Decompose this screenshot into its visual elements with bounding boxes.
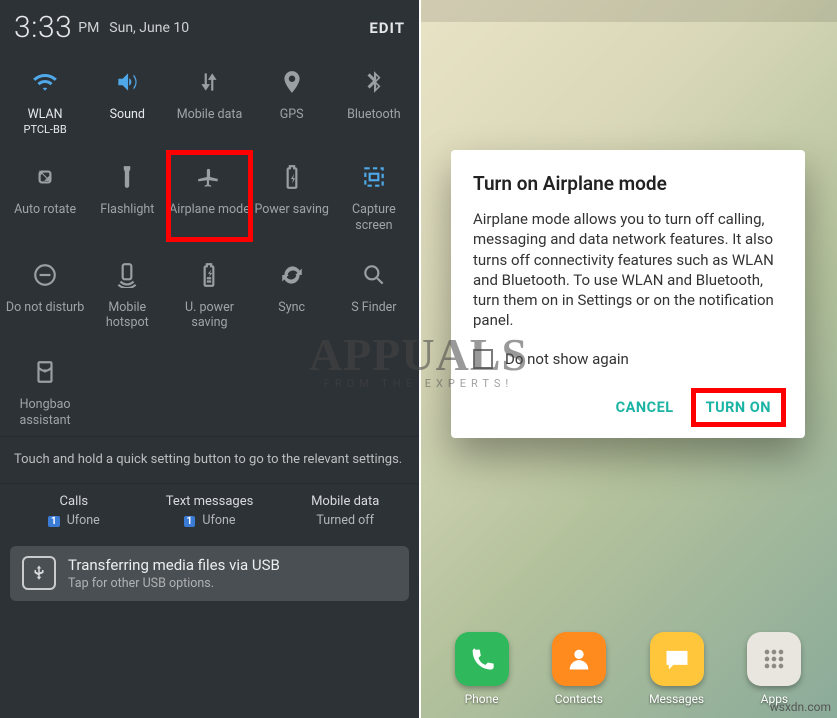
sync-icon xyxy=(273,256,311,294)
tile-label: Hongbao assistant xyxy=(4,397,86,428)
texts-carrier: Ufone xyxy=(202,513,235,528)
tile-label: Sync xyxy=(278,300,305,316)
dialog-body: Airplane mode allows you to turn off cal… xyxy=(473,209,783,331)
capture-tile[interactable]: Capture screen xyxy=(333,152,415,239)
summary-texts[interactable]: Text messages 1 Ufone xyxy=(142,494,278,528)
tile-label: Sound xyxy=(110,107,145,123)
bluetooth-icon xyxy=(355,63,393,101)
usb-icon xyxy=(22,556,56,590)
summary-calls-title: Calls xyxy=(6,494,142,509)
sync-tile[interactable]: Sync xyxy=(251,250,333,337)
wifi-icon xyxy=(26,63,64,101)
dnd-tile[interactable]: Do not disturb xyxy=(4,250,86,337)
summary-mdata-status: Turned off xyxy=(277,513,413,528)
usb-title: Transferring media files via USB xyxy=(68,556,280,574)
tile-label: Bluetooth xyxy=(347,107,401,123)
quick-tiles-grid: WLANPTCL-BB Sound Mobile data GPS Bluetooth A… xyxy=(0,51,419,436)
capture-icon xyxy=(355,158,393,196)
texts-badge: 1 xyxy=(184,516,196,527)
tile-label: S Finder xyxy=(351,300,396,316)
airplane-dialog: Turn on Airplane mode Airplane mode allo… xyxy=(451,150,805,438)
phone-icon xyxy=(455,632,509,686)
hongbao-tile[interactable]: Hongbao assistant xyxy=(4,347,86,434)
tile-label: Airplane mode xyxy=(169,202,250,218)
hotspot-tile[interactable]: Mobile hotspot xyxy=(86,250,168,337)
tile-sublabel: PTCL-BB xyxy=(24,123,67,137)
dnd-icon xyxy=(26,256,64,294)
app-label: Contacts xyxy=(555,692,603,706)
app-label: Phone xyxy=(465,692,499,706)
summary-calls[interactable]: Calls 1 Ufone xyxy=(6,494,142,528)
clock-date: Sun, June 10 xyxy=(109,20,189,36)
calls-badge: 1 xyxy=(48,516,60,527)
sfinder-tile[interactable]: S Finder xyxy=(333,250,415,337)
airplane-tile[interactable]: Airplane mode xyxy=(168,152,250,239)
tile-label: Mobile data xyxy=(177,107,243,123)
battery-icon xyxy=(273,158,311,196)
tile-label: Auto rotate xyxy=(14,202,76,218)
tile-label: Capture screen xyxy=(333,202,415,233)
contacts-icon xyxy=(552,632,606,686)
airplane-icon xyxy=(190,158,228,196)
gps-tile[interactable]: GPS xyxy=(251,57,333,142)
apps-app[interactable]: Apps xyxy=(747,632,801,706)
apps-icon xyxy=(747,632,801,686)
sim-summary-row: Calls 1 Ufone Text messages 1 Ufone Mobi… xyxy=(0,483,419,538)
clock-ampm: PM xyxy=(78,20,99,36)
sound-icon xyxy=(108,63,146,101)
upowersaving-tile[interactable]: U. power saving xyxy=(168,250,250,337)
summary-mdata-title: Mobile data xyxy=(277,494,413,509)
ubattery-icon xyxy=(190,256,228,294)
usb-sub: Tap for other USB options. xyxy=(68,576,280,591)
status-bar: 3:33 PM Sun, June 10 EDIT xyxy=(0,0,419,51)
settings-hint: Touch and hold a quick setting button to… xyxy=(0,436,419,483)
tile-label: WLAN xyxy=(28,107,63,123)
status-bar-right xyxy=(419,0,837,22)
wlan-tile[interactable]: WLANPTCL-BB xyxy=(4,57,86,142)
do-not-show-checkbox[interactable] xyxy=(473,349,493,369)
messages-app[interactable]: Messages xyxy=(649,632,704,706)
flashlight-tile[interactable]: Flashlight xyxy=(86,152,168,239)
edit-button[interactable]: EDIT xyxy=(369,19,405,37)
tile-label: Mobile hotspot xyxy=(86,300,168,331)
powersaving-tile[interactable]: Power saving xyxy=(251,152,333,239)
messages-icon xyxy=(650,632,704,686)
gps-icon xyxy=(273,63,311,101)
tile-label: GPS xyxy=(280,107,304,123)
contacts-app[interactable]: Contacts xyxy=(552,632,606,706)
summary-mobiledata[interactable]: Mobile data Turned off xyxy=(277,494,413,528)
dialog-title: Turn on Airplane mode xyxy=(473,172,783,195)
cancel-button[interactable]: CANCEL xyxy=(606,391,684,424)
tile-label: Power saving xyxy=(254,202,328,218)
turn-on-button[interactable]: TURN ON xyxy=(694,391,783,424)
summary-texts-title: Text messages xyxy=(142,494,278,509)
bluetooth-tile[interactable]: Bluetooth xyxy=(333,57,415,142)
autorotate-tile[interactable]: Auto rotate xyxy=(4,152,86,239)
hongbao-icon xyxy=(26,353,64,391)
quick-settings-panel: 3:33 PM Sun, June 10 EDIT WLANPTCL-BB Sou… xyxy=(0,0,419,718)
usb-notification[interactable]: Transferring media files via USB Tap for… xyxy=(10,546,409,601)
mobiledata-tile[interactable]: Mobile data xyxy=(168,57,250,142)
app-label: Messages xyxy=(649,692,704,706)
hotspot-icon xyxy=(108,256,146,294)
rotate-icon xyxy=(26,158,64,196)
do-not-show-label: Do not show again xyxy=(505,350,629,368)
dock: Phone Contacts Messages Apps xyxy=(419,632,837,706)
sound-tile[interactable]: Sound xyxy=(86,57,168,142)
site-watermark: wsxdn.com xyxy=(770,700,831,714)
clock-time: 3:33 xyxy=(14,10,72,45)
mobile-data-icon xyxy=(190,63,228,101)
phone-app[interactable]: Phone xyxy=(455,632,509,706)
tile-label: Do not disturb xyxy=(6,300,84,316)
tile-label: Flashlight xyxy=(100,202,154,218)
calls-carrier: Ufone xyxy=(67,513,100,528)
flashlight-icon xyxy=(108,158,146,196)
search-icon xyxy=(355,256,393,294)
tile-label: U. power saving xyxy=(168,300,250,331)
homescreen: Turn on Airplane mode Airplane mode allo… xyxy=(419,0,837,718)
